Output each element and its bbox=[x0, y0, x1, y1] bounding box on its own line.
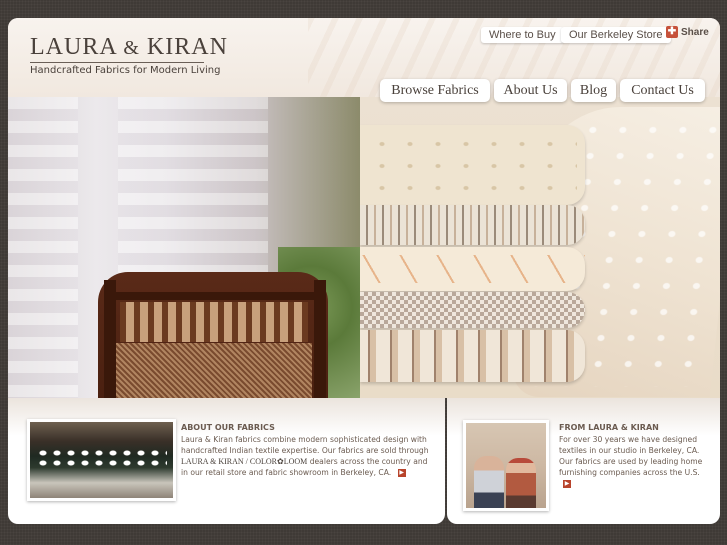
hero-image-fabric-stack bbox=[360, 97, 720, 398]
logo-name-laura: LAURA bbox=[30, 34, 117, 60]
fabric-fold bbox=[360, 205, 585, 245]
share-label: Share bbox=[681, 26, 709, 38]
hero-image-curtain-chair bbox=[8, 97, 360, 398]
site-logo[interactable]: LAURA & KIRAN bbox=[30, 34, 228, 61]
logo-ampersand: & bbox=[123, 37, 140, 59]
about-fabrics-title[interactable]: ABOUT OUR FABRICS bbox=[181, 423, 275, 432]
about-text-part1: Laura & Kiran fabrics combine modern sop… bbox=[181, 435, 429, 456]
founders-title[interactable]: FROM LAURA & KIRAN bbox=[559, 423, 659, 432]
about-fabrics-text: Laura & Kiran fabrics combine modern sop… bbox=[181, 434, 431, 478]
founder-figure bbox=[474, 456, 504, 508]
chair-spindles bbox=[120, 302, 308, 342]
fabric-fold bbox=[360, 247, 585, 291]
logo-divider bbox=[30, 62, 204, 63]
founders-photo bbox=[466, 423, 546, 508]
berkeley-store-link[interactable]: Our Berkeley Store bbox=[561, 27, 671, 43]
where-to-buy-link[interactable]: Where to Buy bbox=[481, 27, 564, 43]
founders-text-body: For over 30 years we have designed texti… bbox=[559, 435, 703, 478]
founder-figure bbox=[506, 458, 536, 508]
share-button[interactable]: ✚ Share bbox=[666, 26, 709, 38]
logo-name-kiran: KIRAN bbox=[146, 34, 228, 60]
fabric-fold bbox=[360, 292, 585, 328]
share-icon: ✚ bbox=[666, 26, 678, 38]
page-frame: LAURA & KIRAN Handcrafted Fabrics for Mo… bbox=[8, 18, 720, 398]
site-tagline: Handcrafted Fabrics for Modern Living bbox=[30, 65, 221, 76]
founders-panel: FROM LAURA & KIRAN For over 30 years we … bbox=[447, 398, 720, 524]
nav-about-us[interactable]: About Us bbox=[494, 79, 567, 102]
about-fabrics-thumbnail[interactable] bbox=[27, 419, 176, 501]
nav-blog[interactable]: Blog bbox=[571, 79, 616, 102]
founders-thumbnail[interactable] bbox=[463, 420, 549, 511]
nav-browse-fabrics[interactable]: Browse Fabrics bbox=[380, 79, 490, 102]
curtain-panel bbox=[8, 97, 78, 398]
fabric-fold bbox=[360, 125, 585, 205]
chair-post bbox=[104, 280, 116, 398]
fabric-fold bbox=[360, 330, 585, 382]
color-loom-logo: LAURA & KIRAN / COLOR✿LOOM bbox=[181, 457, 308, 467]
block-printing-photo bbox=[30, 422, 173, 498]
chair-cane-seat bbox=[116, 343, 312, 398]
chair-post bbox=[314, 280, 326, 398]
founders-text: For over 30 years we have designed texti… bbox=[559, 434, 704, 489]
chair-rail bbox=[108, 292, 318, 300]
read-more-arrow-icon[interactable]: ▶ bbox=[563, 480, 571, 489]
about-fabrics-panel: ABOUT OUR FABRICS Laura & Kiran fabrics … bbox=[8, 398, 445, 524]
read-more-arrow-icon[interactable]: ▶ bbox=[397, 469, 406, 478]
nav-contact-us[interactable]: Contact Us bbox=[620, 79, 705, 102]
